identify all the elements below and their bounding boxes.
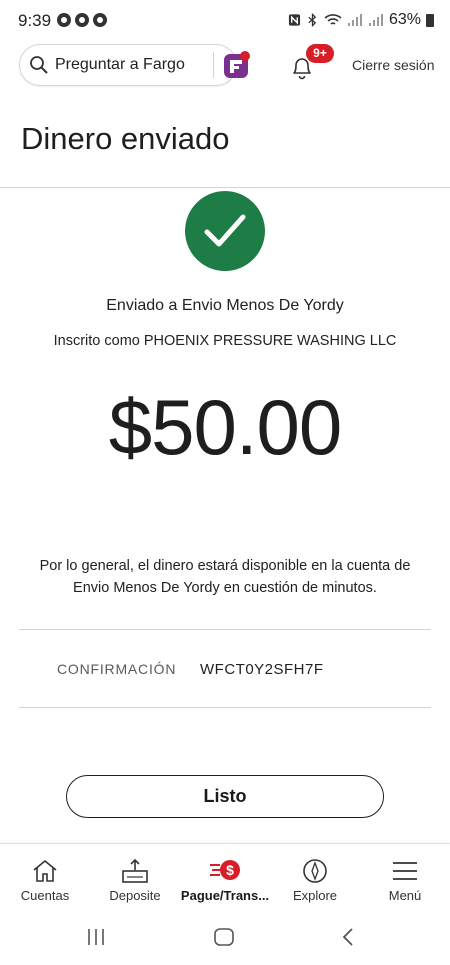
signout-link[interactable]: Cierre sesión: [352, 57, 434, 73]
svg-text:$: $: [226, 862, 234, 878]
house-icon: [33, 859, 57, 882]
confirmation-number: WFCT0Y2SFH7F: [200, 661, 324, 678]
availability-note: Por lo general, el dinero estará disponi…: [39, 558, 411, 596]
battery-icon: [426, 13, 434, 27]
fargo-logo-icon[interactable]: [223, 51, 251, 79]
menu-icon: [393, 862, 417, 880]
status-bar: 9:39 63%: [0, 0, 450, 40]
status-time: 9:39: [18, 11, 52, 30]
divider: [0, 187, 450, 188]
enrolled-as-text: Inscrito como PHOENIX PRESSURE WASHING L…: [53, 333, 397, 349]
notification-app-icon: [75, 13, 89, 27]
notification-app-icon: [57, 13, 71, 27]
notification-badge: 9+: [306, 44, 334, 63]
done-button[interactable]: Listo: [66, 775, 384, 818]
bluetooth-icon: [308, 13, 317, 27]
confirmation-label: CONFIRMACIÓN: [57, 661, 177, 677]
nav-item-deposit[interactable]: Deposite: [90, 844, 180, 910]
status-notification-icons: [57, 13, 107, 27]
signal-icon: [347, 14, 362, 26]
page-title: Dinero enviado: [21, 121, 230, 156]
nav-label: Cuentas: [20, 888, 70, 903]
divider: [19, 629, 431, 630]
nav-label: Deposite: [109, 888, 161, 903]
search-placeholder: Preguntar a Fargo: [55, 56, 185, 73]
back-icon[interactable]: [340, 927, 356, 947]
divider: [213, 52, 214, 78]
wifi-icon: [324, 14, 342, 25]
deposit-icon: [122, 858, 148, 883]
system-nav-bar: [0, 909, 450, 965]
nav-item-accounts[interactable]: Cuentas: [0, 844, 90, 910]
nav-label: Menú: [388, 888, 422, 903]
home-icon[interactable]: [213, 927, 235, 947]
compass-icon: [303, 859, 327, 883]
sent-to-text: Enviado a Envio Menos De Yordy: [106, 297, 344, 314]
nav-item-pay-transfer[interactable]: $ Pague/Trans...: [180, 844, 270, 910]
divider: [19, 707, 431, 708]
nav-item-menu[interactable]: Menú: [360, 844, 450, 910]
search-icon: [30, 56, 48, 74]
signal-icon: [368, 14, 383, 26]
nfc-icon: [288, 14, 301, 26]
amount-sent: $50.00: [108, 383, 343, 471]
notification-app-icon: [93, 13, 107, 27]
pay-transfer-icon: $: [210, 860, 240, 880]
recent-apps-icon[interactable]: [86, 927, 106, 947]
ask-fargo-search[interactable]: Preguntar a Fargo: [19, 44, 250, 86]
nav-label: Explore: [292, 888, 338, 903]
nav-label: Pague/Trans...: [180, 888, 270, 903]
bottom-nav: Cuentas Deposite $ Pague/Trans... Explor…: [0, 843, 450, 909]
battery-percent: 63%: [388, 11, 421, 28]
nav-item-explore[interactable]: Explore: [270, 844, 360, 910]
status-right: 63%: [288, 11, 434, 29]
success-check-icon: [185, 191, 265, 271]
